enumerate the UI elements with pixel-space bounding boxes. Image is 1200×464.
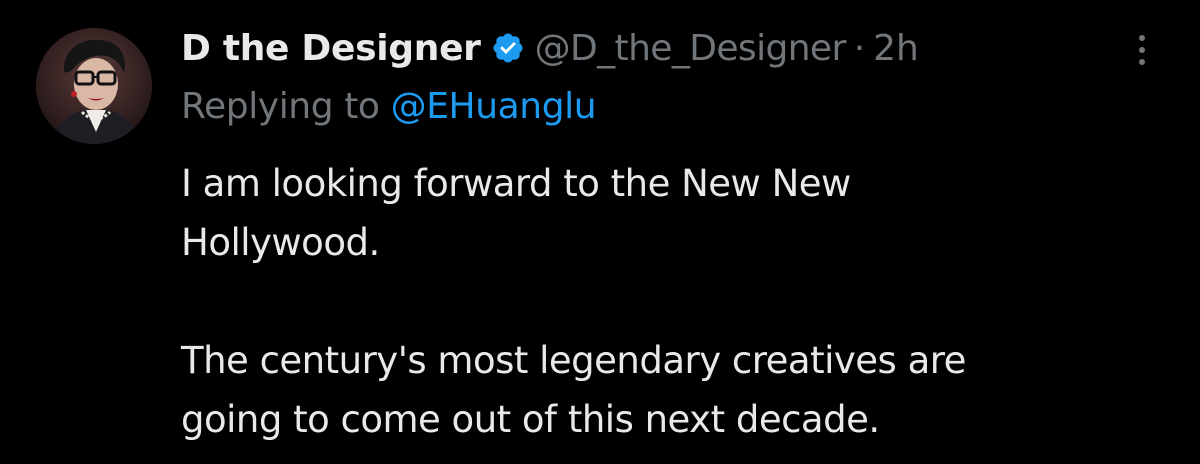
reply-to-link[interactable]: @EHuanglu: [391, 86, 597, 127]
tweet-text-line: going to come out of this next decade.: [181, 398, 880, 441]
more-vertical-icon: [1139, 35, 1145, 65]
avatar[interactable]: [36, 28, 152, 144]
display-name[interactable]: D the Designer: [181, 28, 481, 69]
tweet-text-line: The century's most legendary creatives a…: [181, 339, 966, 382]
avatar-image: [36, 28, 152, 144]
tweet-text-line: Hollywood.: [181, 221, 380, 264]
reply-prefix: Replying to: [181, 86, 380, 127]
replying-to: Replying to @EHuanglu: [181, 86, 597, 127]
separator-dot: ·: [853, 27, 866, 69]
verified-badge-icon: [491, 31, 525, 65]
timestamp[interactable]: 2h: [873, 28, 919, 69]
user-handle[interactable]: @D_the_Designer: [535, 28, 847, 69]
tweet-text: I am looking forward to the New New Holl…: [181, 154, 1171, 449]
tweet-text-line: I am looking forward to the New New: [181, 162, 851, 205]
tweet: D the Designer @D_the_Designer · 2h Repl…: [0, 0, 1200, 464]
more-options-button[interactable]: [1122, 30, 1162, 70]
tweet-header: D the Designer @D_the_Designer · 2h: [181, 24, 919, 72]
